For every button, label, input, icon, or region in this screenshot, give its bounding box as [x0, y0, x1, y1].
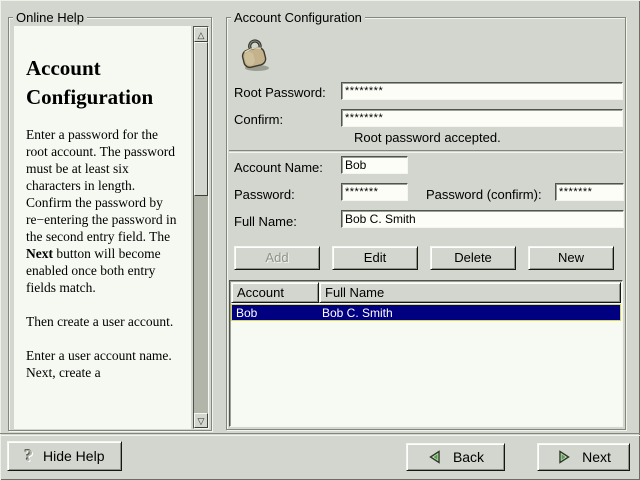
question-mark-icon: ?: [25, 446, 34, 466]
user-password-confirm-label: Password (confirm):: [426, 186, 542, 204]
help-text-viewport: Account Configuration Enter a password f…: [14, 26, 191, 429]
edit-button[interactable]: Edit: [332, 246, 418, 270]
footer-separator: [0, 433, 640, 435]
hide-help-button[interactable]: ? Hide Help: [7, 441, 122, 471]
user-password-input[interactable]: [341, 183, 408, 201]
full-name-label: Full Name:: [234, 213, 297, 231]
column-header-account-name[interactable]: Account Name: [231, 282, 319, 303]
help-scrollbar[interactable]: △ ▽: [193, 26, 209, 429]
password-status-message: Root password accepted.: [354, 130, 501, 146]
help-paragraph-1-text: Enter a password for the root account. T…: [26, 127, 176, 244]
next-arrow-icon: [556, 449, 572, 465]
root-password-label: Root Password:: [234, 84, 326, 102]
account-name-input[interactable]: [341, 156, 408, 174]
back-button-label: Back: [453, 449, 484, 465]
online-help-frame-label: Online Help: [13, 10, 87, 25]
table-row[interactable]: Bob Bob C. Smith: [231, 304, 621, 321]
root-password-input[interactable]: [341, 82, 623, 100]
help-next-bold: Next: [26, 246, 53, 261]
back-arrow-icon: [427, 449, 443, 465]
installer-window: { "colors": { "background": "#d2d6ce", "…: [0, 0, 640, 480]
padlock-icon: [239, 37, 273, 73]
account-configuration-frame: Account Configuration Root Password: Con…: [226, 17, 626, 430]
confirm-password-input[interactable]: [341, 109, 623, 127]
user-table-header-row: Account Name Full Name: [231, 282, 621, 303]
help-paragraph-1: Enter a password for the root account. T…: [26, 126, 183, 296]
full-name-input[interactable]: [341, 210, 624, 228]
online-help-frame: Online Help Account Configuration Enter …: [8, 17, 212, 431]
new-button[interactable]: New: [528, 246, 614, 270]
confirm-password-label: Confirm:: [234, 111, 283, 129]
account-name-label: Account Name:: [234, 159, 323, 177]
section-separator: [229, 150, 623, 152]
help-paragraph-3: Enter a user account name. Next, create …: [26, 347, 183, 381]
help-heading: Account Configuration: [26, 54, 183, 112]
help-paragraph-2: Then create a user account.: [26, 313, 183, 330]
next-button[interactable]: Next: [537, 443, 630, 471]
scrollbar-thumb[interactable]: [194, 42, 208, 196]
delete-button[interactable]: Delete: [430, 246, 516, 270]
hide-help-button-label: Hide Help: [43, 448, 104, 464]
add-button[interactable]: Add: [234, 246, 320, 270]
back-button[interactable]: Back: [406, 443, 505, 471]
column-header-full-name[interactable]: Full Name: [319, 282, 621, 303]
user-table: Account Name Full Name Bob Bob C. Smith: [229, 280, 623, 427]
account-configuration-frame-label: Account Configuration: [231, 10, 365, 25]
next-button-label: Next: [582, 449, 611, 465]
cell-account-name: Bob: [232, 305, 319, 320]
scroll-down-icon[interactable]: ▽: [194, 413, 208, 428]
user-table-body: Bob Bob C. Smith: [231, 303, 621, 425]
cell-full-name: Bob C. Smith: [319, 305, 620, 320]
scroll-up-icon[interactable]: △: [194, 27, 208, 42]
user-password-confirm-input[interactable]: [555, 183, 624, 201]
user-password-label: Password:: [234, 186, 295, 204]
